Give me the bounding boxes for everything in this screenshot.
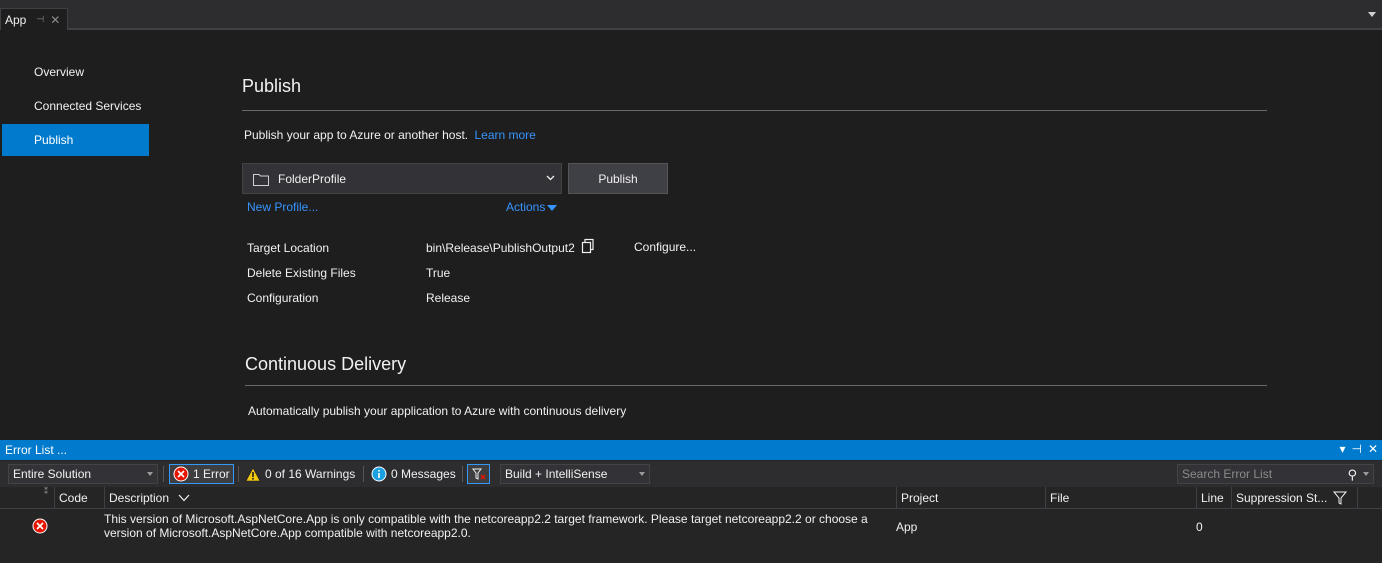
error-list-column-headers: ⁑ Code Description Project File Line Sup… <box>0 487 1382 509</box>
column-description-label: Description <box>109 491 170 505</box>
tab-overflow-dropdown-icon[interactable] <box>1368 12 1376 17</box>
error-icon <box>32 518 48 534</box>
error-list-toolbar: Entire Solution 1 Error 0 of 16 Warnings… <box>0 461 1382 487</box>
column-header-description[interactable]: Description <box>104 487 896 509</box>
actions-label: Actions <box>506 200 546 214</box>
chevron-down-icon[interactable] <box>1363 472 1369 476</box>
filter-clear-icon <box>471 468 486 480</box>
publish-intro: Publish your app to Azure or another hos… <box>244 128 536 142</box>
caret-down-icon <box>547 204 558 211</box>
info-icon <box>371 466 387 482</box>
separator <box>363 466 364 482</box>
sort-desc-icon <box>178 494 190 502</box>
scope-dropdown[interactable]: Entire Solution <box>8 464 158 484</box>
pin-icon[interactable]: ⊣ <box>1351 442 1361 456</box>
sort-glyph-icon: ⁑ <box>44 487 48 496</box>
nav-item-overview[interactable]: Overview <box>2 56 149 88</box>
property-value: Release <box>426 291 471 305</box>
column-header-suppression-state[interactable]: Suppression St... <box>1231 487 1357 509</box>
error-project: App <box>896 520 918 534</box>
column-header-file[interactable]: File <box>1045 487 1196 509</box>
folder-icon <box>253 173 269 186</box>
document-tab-strip: App ⊣ ✕ <box>0 0 1382 30</box>
error-list-title: Error List ... <box>5 443 68 457</box>
search-icon[interactable]: ⚲ <box>1347 466 1357 484</box>
chevron-down-icon <box>147 472 153 476</box>
document-tab-app[interactable]: App ⊣ ✕ <box>0 8 68 30</box>
property-name: Delete Existing Files <box>247 266 356 280</box>
messages-filter-button[interactable]: 0 Messages <box>368 464 459 484</box>
project-properties-nav: Overview Connected Services Publish <box>2 56 149 158</box>
publish-profile-dropdown[interactable]: FolderProfile <box>242 163 562 194</box>
close-icon[interactable]: ✕ <box>50 13 60 27</box>
filter-icon <box>1333 491 1347 505</box>
build-source-dropdown[interactable]: Build + IntelliSense <box>500 464 650 484</box>
divider <box>242 110 1267 111</box>
warnings-count: 0 of 16 Warnings <box>265 467 356 481</box>
search-placeholder: Search Error List <box>1182 467 1273 481</box>
property-value: True <box>426 266 451 280</box>
error-list-panel: Error List ... ▾ ⊣ ✕ Entire Solution 1 E… <box>0 440 1382 563</box>
learn-more-link[interactable]: Learn more <box>474 128 535 142</box>
error-list-titlebar: Error List ... ▾ ⊣ ✕ <box>0 440 1382 460</box>
column-header-line[interactable]: Line <box>1196 487 1231 509</box>
chevron-down-icon <box>639 472 645 476</box>
pin-icon[interactable]: ⊣ <box>36 14 44 25</box>
property-name: Target Location <box>247 241 330 255</box>
filter-toggle-button[interactable] <box>467 464 490 484</box>
warnings-filter-button[interactable]: 0 of 16 Warnings <box>242 464 358 484</box>
search-error-list-input[interactable]: Search Error List ⚲ <box>1177 464 1374 484</box>
error-line: 0 <box>1196 520 1203 534</box>
column-header-icon[interactable]: ⁑ <box>0 487 54 509</box>
column-header-code[interactable]: Code <box>54 487 104 509</box>
property-value: bin\Release\PublishOutput2 <box>426 241 575 255</box>
separator <box>163 466 164 482</box>
errors-count: 1 Error <box>193 467 230 481</box>
panel-dropdown-icon[interactable]: ▾ <box>1339 442 1345 456</box>
publish-button[interactable]: Publish <box>568 163 668 194</box>
configure-link[interactable]: Configure... <box>634 240 696 254</box>
profile-value: FolderProfile <box>278 171 347 186</box>
scope-value: Entire Solution <box>13 467 92 481</box>
separator <box>462 466 463 482</box>
actions-menu[interactable]: Actions <box>506 200 558 214</box>
copy-icon[interactable] <box>580 238 596 254</box>
page-title: Publish <box>242 76 302 96</box>
build-source-value: Build + IntelliSense <box>505 467 608 481</box>
column-header-project[interactable]: Project <box>896 487 1045 509</box>
nav-item-connected-services[interactable]: Connected Services <box>2 90 149 122</box>
errors-filter-button[interactable]: 1 Error <box>169 464 234 484</box>
section-title-continuous-delivery: Continuous Delivery <box>245 354 407 374</box>
error-icon <box>173 466 189 482</box>
column-header-spacer <box>1357 487 1382 509</box>
table-row[interactable]: This version of Microsoft.AspNetCore.App… <box>0 510 1382 546</box>
panel-controls: ▾ ⊣ ✕ <box>1339 442 1378 456</box>
warning-icon <box>245 466 261 481</box>
property-name: Configuration <box>247 291 319 305</box>
chevron-down-icon <box>546 173 555 184</box>
error-description: This version of Microsoft.AspNetCore.App… <box>104 512 868 540</box>
new-profile-link[interactable]: New Profile... <box>247 200 318 214</box>
nav-item-publish[interactable]: Publish <box>2 124 149 156</box>
messages-count: 0 Messages <box>391 467 456 481</box>
continuous-delivery-text: Automatically publish your application t… <box>248 404 627 418</box>
intro-text: Publish your app to Azure or another hos… <box>244 128 469 142</box>
close-icon[interactable]: ✕ <box>1368 442 1378 456</box>
column-suppression-label: Suppression St... <box>1236 491 1328 505</box>
tab-title: App <box>5 12 27 27</box>
separator <box>238 466 239 482</box>
divider <box>245 385 1267 386</box>
